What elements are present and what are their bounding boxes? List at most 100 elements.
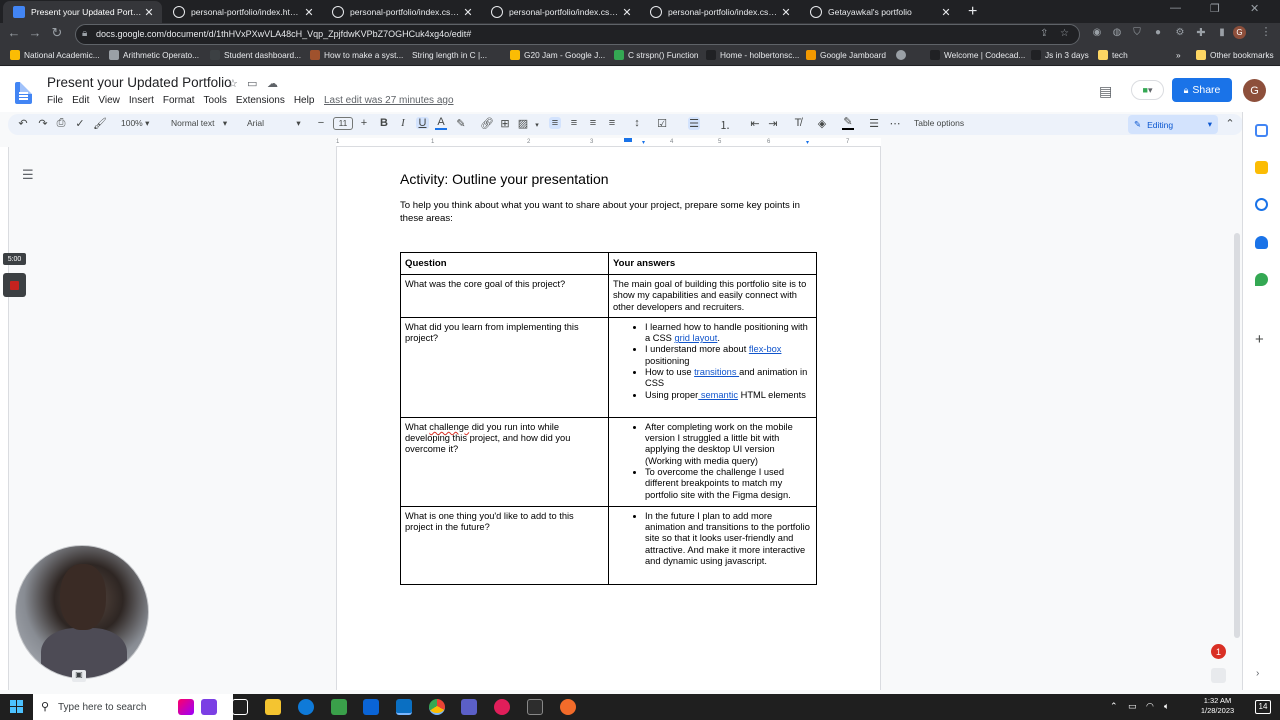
add-comment-icon[interactable]: ⊞ (499, 117, 511, 130)
bookmark-item[interactable]: National Academic... (10, 50, 100, 60)
menu-insert[interactable]: Insert (129, 95, 154, 106)
windows-start-icon[interactable] (10, 700, 23, 713)
redo-icon[interactable]: ↷ (37, 117, 49, 130)
bookmark-item[interactable]: G20 Jam - Google J... (510, 50, 605, 60)
font-size-input[interactable]: 11 (333, 117, 353, 130)
question-cell[interactable]: What challenge did you run into while de… (400, 416, 609, 507)
notification-badge[interactable]: 1 (1211, 644, 1226, 659)
bookmark-item[interactable]: Js in 3 days (1031, 50, 1089, 60)
shield-icon[interactable]: ⛉ (1127, 27, 1147, 38)
wifi-icon[interactable]: ◠ (1146, 701, 1154, 712)
more-vertical-icon[interactable]: ⋮ (1256, 25, 1276, 38)
comment-history-icon[interactable]: ▤ (1099, 83, 1112, 100)
extension-icon[interactable]: ◉ (1087, 27, 1107, 38)
numbered-list-icon[interactable]: ⒈ (719, 117, 731, 133)
address-bar[interactable]: 🔒︎ docs.google.com/document/d/1thHVxPXwV… (75, 24, 1080, 45)
border-color-icon[interactable]: ✎ (842, 117, 854, 130)
cloud-saved-icon[interactable]: ☁ (267, 77, 278, 90)
chevron-right-icon[interactable]: › (1256, 668, 1259, 679)
bookmark-star-icon[interactable]: ☆ (1060, 28, 1069, 39)
border-dash-icon[interactable]: ⋯ (889, 117, 901, 130)
url-text[interactable]: docs.google.com/document/d/1thHVxPXwVLA4… (96, 29, 471, 39)
cell-fill-color-icon[interactable]: ◈ (816, 117, 828, 130)
table-header-cell[interactable]: Question (400, 252, 609, 275)
back-arrow-icon[interactable]: ← (4, 25, 24, 40)
answer-cell[interactable]: The main goal of building this portfolio… (608, 274, 817, 318)
bullet-link[interactable]: transitions (694, 367, 739, 377)
question-cell[interactable]: What did you learn from implementing thi… (400, 316, 609, 418)
paint-format-icon[interactable]: 🖌︎ (93, 117, 107, 130)
other-bookmarks[interactable]: Other bookmarks (1196, 50, 1274, 60)
bold-icon[interactable]: B (378, 117, 390, 129)
maps-icon[interactable] (1255, 273, 1268, 286)
file-explorer-icon[interactable] (265, 699, 281, 715)
star-icon[interactable]: ☆ (228, 77, 238, 90)
close-icon[interactable]: ✕ (779, 6, 793, 19)
bookmark-item[interactable]: Google Jamboard (806, 50, 886, 60)
store-icon[interactable] (331, 699, 347, 715)
network-icon[interactable]: ▭ (1128, 701, 1137, 712)
bookmark-item[interactable] (896, 50, 910, 60)
justify-icon[interactable]: ≡ (606, 117, 618, 129)
increase-font-size-icon[interactable]: + (358, 117, 370, 129)
spellcheck-word[interactable]: challenge (429, 422, 469, 432)
meet-button[interactable]: ■ ▾ (1131, 80, 1164, 100)
bookmark-item[interactable]: Student dashboard... (210, 50, 301, 60)
keep-icon[interactable] (1255, 161, 1268, 174)
taskbar-widget-icon[interactable] (178, 699, 194, 715)
border-width-icon[interactable]: ☰ (868, 117, 880, 130)
align-center-icon[interactable]: ≡ (568, 117, 580, 129)
font-select[interactable]: Arial ▾ (247, 118, 301, 129)
tab-github-index-html[interactable]: personal-portfolio/index.html at ✕ (163, 1, 322, 23)
terminal-icon[interactable] (527, 699, 543, 715)
document-outline-icon[interactable]: ☰ (22, 167, 34, 183)
align-right-icon[interactable]: ≡ (587, 117, 599, 129)
close-icon[interactable]: ✕ (939, 6, 953, 19)
stop-recording-button[interactable] (3, 273, 26, 297)
line-spacing-icon[interactable]: ↕ (631, 117, 643, 129)
text-color-icon[interactable]: A (435, 117, 447, 130)
share-button[interactable]: 🔒︎ Share (1172, 78, 1232, 102)
bullet-link[interactable]: semantic (698, 390, 738, 400)
bookmarks-overflow-icon[interactable]: » (1176, 50, 1181, 60)
profile-avatar-icon[interactable]: G (1233, 26, 1246, 39)
print-icon[interactable]: ⎙ (55, 117, 67, 130)
hide-menus-chevron-up-icon[interactable]: ⌃ (1224, 117, 1236, 130)
action-center-button[interactable]: 14 (1255, 700, 1271, 714)
spellcheck-icon[interactable]: ✓ (74, 117, 86, 130)
answer-cell[interactable]: I learned how to handle positioning with… (608, 316, 817, 418)
menu-help[interactable]: Help (294, 95, 315, 106)
new-tab-plus-icon[interactable]: + (968, 3, 977, 21)
zoom-select[interactable]: 100% ▾ (121, 118, 149, 129)
taskbar-widget-icon[interactable] (201, 699, 217, 715)
bookmark-item[interactable]: Arithmetic Operato... (109, 50, 199, 60)
align-left-icon[interactable]: ≡ (549, 117, 561, 129)
increase-indent-icon[interactable]: ⇥ (767, 117, 779, 130)
bullet-link[interactable]: grid layout (674, 333, 717, 343)
right-indent-marker[interactable]: ▾ (806, 139, 809, 146)
calendar-icon[interactable] (1255, 124, 1268, 137)
chrome-icon[interactable] (429, 699, 445, 715)
puzzle-extensions-icon[interactable]: ✚ (1191, 26, 1211, 39)
bookmark-item[interactable]: How to make a syst... (310, 50, 403, 60)
minimize-icon[interactable]: — (1170, 2, 1181, 14)
clear-formatting-icon[interactable]: T̸ (792, 117, 804, 129)
extension-icon[interactable]: ● (1148, 27, 1168, 38)
bookmark-item[interactable]: C strspn() Function (614, 50, 699, 60)
menu-edit[interactable]: Edit (72, 95, 89, 106)
tab-github-index-css-3[interactable]: personal-portfolio/index.css at m ✕ (640, 1, 799, 23)
last-edit-link[interactable]: Last edit was 27 minutes ago (324, 95, 454, 106)
share-page-icon[interactable]: ⇪ (1040, 28, 1048, 39)
show-hidden-icons-chevron-up-icon[interactable]: ⌃ (1110, 701, 1118, 712)
extension-icon[interactable]: ◍ (1107, 27, 1127, 38)
table-options-button[interactable]: Table options (914, 118, 964, 128)
checklist-icon[interactable]: ☑ (656, 117, 668, 130)
bullet-link[interactable]: flex-box (749, 344, 782, 354)
reload-icon[interactable]: ↻ (47, 25, 67, 41)
tasks-icon[interactable] (1255, 198, 1268, 211)
volume-icon[interactable]: 🔈︎ (1164, 701, 1169, 712)
restore-icon[interactable]: ❐ (1210, 2, 1220, 15)
undo-icon[interactable]: ↶ (17, 117, 29, 130)
question-cell[interactable]: What was the core goal of this project? (400, 274, 609, 318)
decrease-font-size-icon[interactable]: − (315, 117, 327, 129)
